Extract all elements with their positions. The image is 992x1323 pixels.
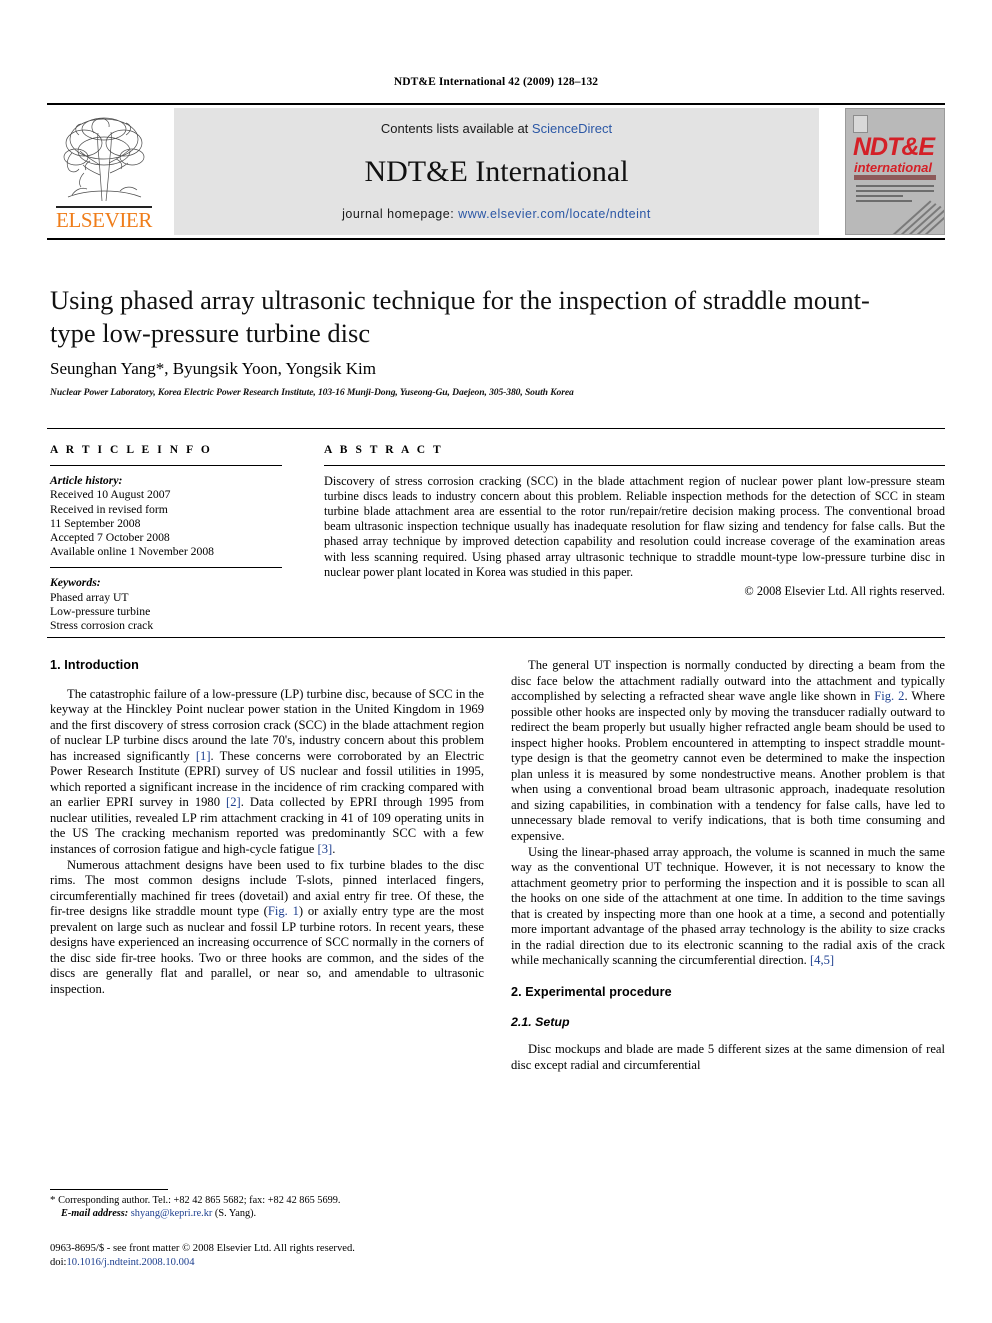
email-link[interactable]: shyang@kepri.re.kr	[131, 1208, 213, 1219]
article-history-label: Article history:	[50, 474, 123, 488]
history-item: 11 September 2008	[50, 516, 141, 530]
corresponding-author-text: Corresponding author. Tel.: +82 42 865 5…	[55, 1195, 341, 1206]
paragraph: Disc mockups and blade are made 5 differ…	[511, 1042, 945, 1072]
citation-ref[interactable]: [4,5]	[810, 953, 834, 967]
journal-homepage-link[interactable]: www.elsevier.com/locate/ndteint	[458, 207, 651, 221]
band-rule-bottom	[47, 637, 945, 639]
cover-elsevier-mark-icon	[853, 115, 868, 133]
paragraph: The general UT inspection is normally co…	[511, 658, 945, 845]
elsevier-wordmark: ELSEVIER	[56, 208, 152, 232]
body-column-left: 1. Introduction The catastrophic failure…	[50, 658, 484, 997]
keywords-divider	[50, 567, 282, 569]
history-item: Received in revised form	[50, 502, 168, 516]
abstract-divider	[324, 465, 945, 467]
keyword-item: Stress corrosion crack	[50, 619, 154, 633]
abstract-column: A B S T R A C T Discovery of stress corr…	[324, 444, 945, 599]
cover-red-bar	[854, 175, 936, 180]
footnote-rule	[50, 1189, 168, 1191]
affiliation: Nuclear Power Laboratory, Korea Electric…	[50, 387, 574, 398]
paragraph: Numerous attachment designs have been us…	[50, 858, 484, 998]
article-history-block: Article history: Received 10 August 2007…	[50, 474, 282, 559]
subsection-heading-setup: 2.1. Setup	[511, 1015, 570, 1030]
doi-link[interactable]: 10.1016/j.ndteint.2008.10.004	[66, 1257, 194, 1268]
figure-ref[interactable]: Fig. 1	[268, 904, 299, 918]
article-info-divider	[50, 465, 282, 467]
elsevier-tree-icon	[63, 117, 145, 202]
section-heading-introduction: 1. Introduction	[50, 658, 139, 672]
paragraph: Using the linear-phased array approach, …	[511, 845, 945, 969]
abstract-heading: A B S T R A C T	[324, 444, 444, 456]
keyword-item: Low-pressure turbine	[50, 604, 151, 618]
keyword-item: Phased array UT	[50, 590, 129, 604]
issn-copyright-line: 0963-8695/$ - see front matter © 2008 El…	[50, 1243, 355, 1254]
sciencedirect-link[interactable]: ScienceDirect	[532, 121, 612, 136]
keywords-label: Keywords:	[50, 576, 101, 590]
homepage-prefix: journal homepage:	[342, 207, 459, 221]
article-page: NDT&E International 42 (2009) 128–132 EL…	[0, 0, 992, 1323]
history-item: Available online 1 November 2008	[50, 545, 215, 559]
history-item: Received 10 August 2007	[50, 488, 171, 502]
keywords-block: Keywords: Phased array UT Low-pressure t…	[50, 576, 282, 633]
citation-ref[interactable]: [3]	[318, 842, 333, 856]
running-head: NDT&E International 42 (2009) 128–132	[393, 76, 599, 88]
journal-homepage-line: journal homepage: www.elsevier.com/locat…	[174, 207, 819, 221]
citation-ref[interactable]: [1]	[196, 749, 211, 763]
abstract-text: Discovery of stress corrosion cracking (…	[324, 474, 945, 579]
doi-line: doi:10.1016/j.ndteint.2008.10.004	[50, 1256, 520, 1270]
cover-diagonal-lines	[890, 191, 944, 234]
paragraph: The catastrophic failure of a low-pressu…	[50, 687, 484, 858]
doi-label: doi:	[50, 1256, 67, 1268]
article-info-heading: A R T I C L E I N F O	[50, 444, 213, 456]
contents-lists-line: Contents lists available at ScienceDirec…	[174, 121, 819, 136]
cover-title-line1: NDT&E	[853, 133, 935, 161]
email-label: E-mail address:	[61, 1208, 129, 1220]
paragraph-text: Using the linear-phased array approach, …	[511, 844, 945, 968]
email-note: E-mail address: shyang@kepri.re.kr (S. Y…	[50, 1207, 490, 1220]
elsevier-logo: ELSEVIER	[48, 107, 160, 236]
author-list: Seunghan Yang*, Byungsik Yoon, Yongsik K…	[50, 359, 376, 378]
abstract-copyright: © 2008 Elsevier Ltd. All rights reserved…	[744, 583, 945, 598]
paragraph-text: .	[332, 842, 336, 857]
paragraph-text: . Where possible other hooks are inspect…	[511, 689, 945, 844]
section-heading-experimental-procedure: 2. Experimental procedure	[511, 984, 672, 999]
figure-ref[interactable]: Fig. 2	[874, 689, 904, 703]
journal-title: NDT&E International	[364, 155, 629, 188]
contents-lists-prefix: Contents lists available at	[380, 121, 532, 136]
citation-ref[interactable]: [2]	[226, 795, 241, 809]
corresponding-author-note: * Corresponding author. Tel.: +82 42 865…	[50, 1194, 490, 1207]
journal-cover-thumbnail: NDT&E international	[845, 108, 945, 235]
imprint-block: 0963-8695/$ - see front matter © 2008 El…	[50, 1242, 520, 1269]
masthead-center-panel: Contents lists available at ScienceDirec…	[174, 108, 819, 235]
body-column-right: The general UT inspection is normally co…	[511, 658, 945, 1073]
journal-masthead: ELSEVIER Contents lists available at Sci…	[47, 103, 945, 240]
cover-title-line2: international	[854, 160, 933, 175]
band-rule-top	[47, 428, 945, 430]
page-title: Using phased array ultrasonic technique …	[50, 285, 870, 348]
history-item: Accepted 7 October 2008	[50, 530, 170, 544]
email-suffix: (S. Yang).	[212, 1208, 257, 1220]
footnote-block: * Corresponding author. Tel.: +82 42 865…	[50, 1194, 490, 1220]
article-info-column: A R T I C L E I N F O Article history: R…	[50, 444, 282, 633]
